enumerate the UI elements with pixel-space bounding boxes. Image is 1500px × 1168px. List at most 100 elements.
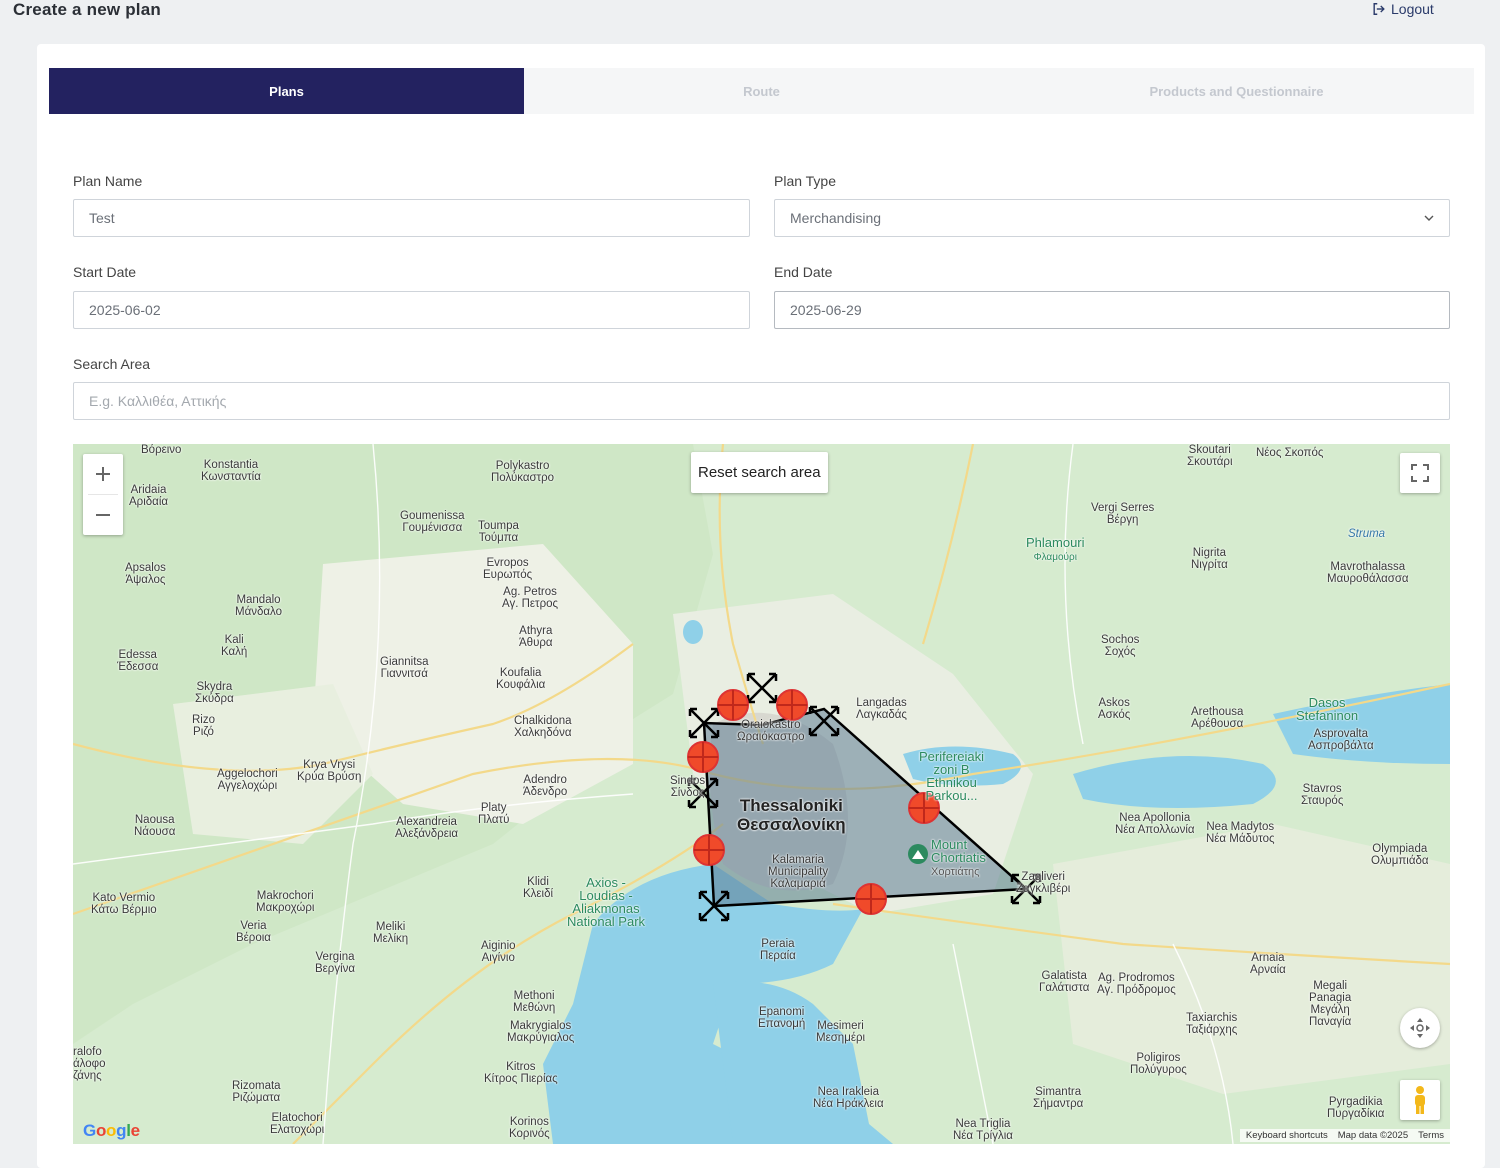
map-label-nigrita: Nigrita Νιγρίτα [1191, 547, 1228, 571]
map-label-arethousa: Arethousa Αρέθουσα [1191, 706, 1244, 730]
map-label-aiginio: Aiginio Αιγίνιο [481, 940, 516, 964]
map-label-konstantia: Konstantia Κωνσταντία [201, 459, 261, 483]
keyboard-shortcuts-link[interactable]: Keyboard shortcuts [1246, 1130, 1328, 1141]
map-label-olympiada: Olympiada Ολυμπιάδα [1371, 843, 1429, 867]
map-label-evropos: Evropos Ευρωπός [483, 557, 533, 581]
plan-form-card: Plans Route Products and Questionnaire P… [37, 44, 1485, 1168]
map-label-nea-irakleia: Nea Irakleia Νέα Ηράκλεια [813, 1086, 884, 1110]
map-label-platy: Platy Πλατύ [478, 802, 510, 826]
tab-route[interactable]: Route [524, 68, 999, 114]
chevron-down-icon [1424, 215, 1434, 221]
plan-type-label: Plan Type [774, 173, 837, 189]
map-label-megali-panagia: Megali Panagia Μεγάλη Παναγία [1309, 980, 1352, 1028]
map-label-phlamouri: Phlamouri Φλαμούρι [1026, 535, 1085, 563]
map-label-axios-park: Axios - Loudias - Aliakmonas National Park [567, 875, 646, 929]
map-label-kali: Kali Καλή [221, 634, 248, 658]
map-label-chortiatis: Mount Chortiatis Χορτιάτης [931, 837, 986, 878]
map-label-sindos: Sindos Σίνδος [670, 775, 706, 799]
map-label-krya-vrysi: Krya Vrysi Κρύα Βρύση [297, 759, 362, 783]
wizard-tabs: Plans Route Products and Questionnaire [49, 68, 1474, 114]
map-data-attribution: Map data ©2025 [1337, 1130, 1409, 1141]
plan-name-input[interactable]: Test [73, 199, 750, 237]
map-label-askos: Askos Ασκός [1098, 697, 1131, 721]
map-label-kitros: Kitros Κίτρος Πιερίας [484, 1061, 558, 1085]
fullscreen-icon [1411, 464, 1429, 482]
map-label-makrochori: Makrochori Μακροχώρι [256, 890, 315, 914]
map-label-langadas: Langadas Λαγκαδάς [856, 697, 907, 721]
map-label-aridaia: Aridaia Αριδαία [129, 484, 169, 508]
camera-control-button[interactable] [1400, 1008, 1440, 1048]
end-date-input[interactable]: 2025-06-29 [774, 291, 1450, 329]
fullscreen-button[interactable] [1400, 453, 1440, 493]
plan-name-label: Plan Name [73, 173, 143, 189]
reset-search-area-button[interactable]: Reset search area [691, 452, 828, 493]
plan-type-value: Merchandising [790, 210, 882, 226]
map-label-zagliveri: Zagliveri Ζαγκλιβέρι [1016, 871, 1071, 895]
camera-pan-icon [1410, 1018, 1430, 1038]
map-label-alexandreia: Alexandreia Αλεξάνδρεια [395, 816, 459, 840]
map-label-kalamaria: Kalamaria Municipality Καλαμαριά [768, 854, 829, 890]
map-label-goumenissa: Goumenissa Γουμένισσα [400, 510, 465, 534]
page-title: Create a new plan [13, 0, 161, 19]
map-label-athyra: Athyra Άθυρα [519, 625, 553, 649]
map-label-mandalo: Mandalo Μάνδαλο [235, 594, 282, 618]
map-label-asprovalta: Asprovalta Ασπροβάλτα [1308, 728, 1374, 752]
search-area-input[interactable]: E.g. Καλλιθέα, Αττικής [73, 382, 1450, 420]
map-label-apsalos: Apsalos Άψαλος [125, 562, 166, 586]
logout-link[interactable]: Logout [1372, 1, 1434, 17]
plan-type-select[interactable]: Merchandising [774, 199, 1450, 237]
map-label-strymon: Struma [1348, 528, 1386, 540]
map-label-ag-prodromos: Ag. Prodromos Αγ. Πρόδρομος [1097, 972, 1176, 996]
map-label-neos-skopos: Νέος Σκοπός [1256, 447, 1324, 459]
start-date-input[interactable]: 2025-06-02 [73, 291, 750, 329]
zoom-controls [83, 454, 123, 535]
terms-link[interactable]: Terms [1418, 1130, 1444, 1141]
map-label-oraiokastro: Oraiokastro Ωραιόκαστρο [737, 719, 805, 743]
map-label-ag-petros: Ag. Petros Αγ. Πετρος [502, 586, 559, 610]
map-label-peraia: Peraia Περαία [760, 938, 796, 962]
map-label-giannitsa: Giannitsa Γιαννιτσά [380, 656, 429, 680]
map-label-simantra: Simantra Σήμαντρα [1033, 1086, 1084, 1110]
map-label-adendro: Adendro Άδενδρο [523, 774, 568, 798]
map-label-pyrgadikia: Pyrgadikia Πυργαδίκια [1327, 1096, 1385, 1120]
map-label-epanomi: Epanomi Επανομή [758, 1006, 806, 1030]
map-label-edessa: Edessa Έδεσσα [117, 649, 159, 673]
map-label-galatista: Galatista Γαλάτιστα [1039, 970, 1090, 994]
map-label-methoni: Methoni Μεθώνη [513, 990, 556, 1014]
zoom-in-button[interactable] [83, 454, 123, 494]
map-background [73, 444, 1450, 1144]
map-label-nea-apollonia: Nea Apollonia Νέα Απολλωνία [1115, 812, 1195, 836]
map-label-poligyros: Poligiros Πολύγυρος [1130, 1052, 1187, 1076]
map-footer: Keyboard shortcuts Map data ©2025 Terms [1239, 1129, 1450, 1142]
map-label-arnaia: Arnaia Αρναία [1250, 952, 1286, 976]
map-label-rizo: Rizo Ριζό [192, 714, 216, 738]
street-view-pegman[interactable] [1400, 1080, 1440, 1120]
map-label-nea-madytos: Nea Madytos Νέα Μάδυτος [1206, 821, 1275, 845]
map-label-rizomata: Rizomata Ριζώματα [232, 1080, 281, 1104]
zoom-out-button[interactable] [83, 495, 123, 535]
tab-products-questionnaire[interactable]: Products and Questionnaire [999, 68, 1474, 114]
map-canvas[interactable]: Thessaloniki Θεσσαλονίκη Oraiokastro Ωραιό… [73, 444, 1450, 1144]
logout-icon [1373, 3, 1385, 15]
pegman-icon [1415, 1086, 1425, 1114]
logout-label: Logout [1391, 1, 1434, 17]
map-label-makrygialos: Makrygialos Μακρύγιαλος [507, 1020, 575, 1044]
tab-plans[interactable]: Plans [49, 68, 524, 114]
map-label-nea-triglia: Nea Triglia Νέα Τρίγλια [953, 1118, 1013, 1142]
map-label-stavros: Stavros Σταυρός [1301, 783, 1344, 807]
map-label-korinos: Korinos Κορινός [509, 1116, 550, 1140]
map-label-ralofo: ralofo άλοφο ζάνης [73, 1046, 106, 1082]
map-label-naousa: Naousa Νάουσα [134, 814, 176, 838]
map-label-klidi: Klidi Κλειδί [523, 876, 554, 900]
map-label-dasos: Dasos Stefaninon [1296, 695, 1359, 723]
map-label-skoutari: Skoutari Σκουτάρι [1187, 444, 1233, 468]
map-label-vergina: Vergina Βεργίνα [315, 951, 356, 975]
map-label-skydra: Skydra Σκύδρα [195, 681, 234, 705]
map-label-chalkidona: Chalkidona Χαλκηδόνα [514, 715, 572, 739]
minus-icon [96, 514, 110, 516]
map-label-mesimeri: Mesimeri Μεσημέρι [816, 1020, 866, 1044]
map-label-thessaloniki: Thessaloniki Θεσσαλονίκη [737, 796, 846, 834]
map-label-toumpa: Toumpa Τούμπα [478, 520, 519, 544]
map-label-agelochori: Aggelochori Αγγελοχώρι [217, 768, 278, 792]
google-logo: Google [83, 1121, 140, 1140]
